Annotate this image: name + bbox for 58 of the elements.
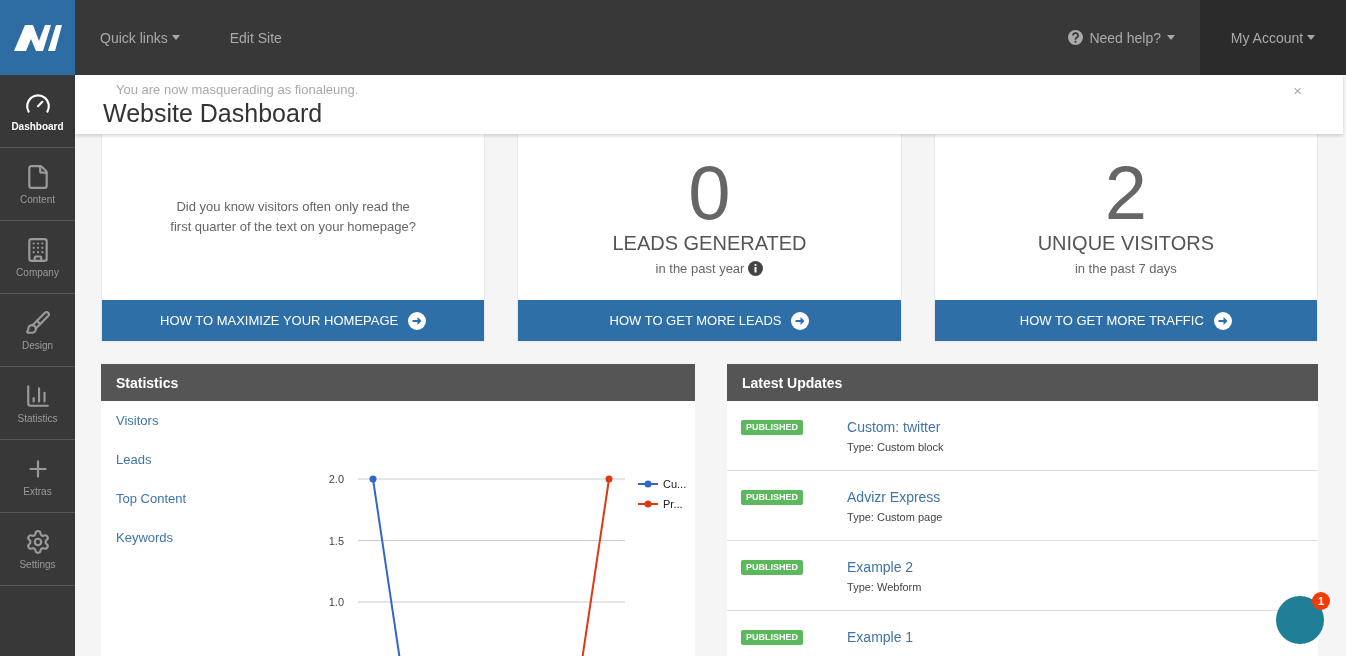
update-type: Type: Custom block <box>847 441 944 453</box>
axis-tick-label: 2.0 <box>328 473 344 485</box>
card-action-button[interactable]: HOW TO MAXIMIZE YOUR HOMEPAGE <box>102 300 485 341</box>
metric-title: LEADS GENERATED <box>612 232 807 255</box>
sidebar-item[interactable]: Content <box>0 148 75 221</box>
legend-label: Cu... <box>662 478 686 490</box>
status-badge: PUBLISHED <box>741 630 803 645</box>
metric-subtitle: in the past year <box>655 261 745 276</box>
nav-link[interactable]: Quick links <box>75 29 205 46</box>
nav-link[interactable]: Edit Site <box>204 29 307 46</box>
settings-icon <box>24 528 51 555</box>
sidebar-item[interactable]: Extras <box>0 440 75 513</box>
tip-text: Did you know visitors often only read the first quarter of the text on your homepage? <box>169 198 417 236</box>
status-badge: PUBLISHED <box>741 420 803 435</box>
sidebar-item[interactable]: Design <box>0 294 75 367</box>
metric-title: UNIQUE VISITORS <box>1037 232 1214 255</box>
arrow-circle-icon <box>1213 311 1232 330</box>
axis-tick-label: 1.5 <box>328 534 344 547</box>
panel-header: Latest Updates <box>727 364 1318 401</box>
arrow-circle-icon <box>791 311 810 330</box>
metric-value: 0 <box>688 154 731 232</box>
status-badge: PUBLISHED <box>741 560 803 575</box>
caret-icon <box>1307 35 1316 40</box>
update-type: Type: Custom page <box>847 511 943 523</box>
panel-header: Statistics <box>101 364 695 401</box>
card-action-button[interactable]: HOW TO GET MORE LEADS <box>518 300 901 341</box>
update-title-link[interactable]: Example 1 <box>847 629 914 645</box>
sidebar-item[interactable]: Statistics <box>0 367 75 440</box>
update-title-link[interactable]: Custom: twitter <box>847 419 944 435</box>
info-icon <box>748 261 764 276</box>
statistics-link[interactable]: Top Content <box>116 491 281 506</box>
logo[interactable] <box>0 0 75 75</box>
statistics-link[interactable]: Keywords <box>116 530 281 545</box>
metric-value: 2 <box>1104 154 1147 232</box>
sidebar-item[interactable]: Settings <box>0 513 75 586</box>
help-icon <box>1068 30 1084 45</box>
update-type: Type: Webform <box>847 581 922 593</box>
page-title: Website Dashboard <box>103 99 324 128</box>
logo-icon <box>13 24 62 51</box>
legend-label: Pr... <box>662 498 683 510</box>
axis-tick-label: 1.0 <box>328 596 344 608</box>
status-badge: PUBLISHED <box>741 490 803 505</box>
brush-icon <box>24 309 51 336</box>
masquerade-notice: You are now masquerading as fionaleung. <box>116 82 359 99</box>
caret-icon <box>1167 35 1175 40</box>
arrow-circle-icon <box>408 311 427 330</box>
statistics-link[interactable]: Leads <box>116 452 281 467</box>
bar-chart-icon <box>24 382 51 409</box>
help-link[interactable]: Need help? <box>1043 29 1200 46</box>
account-menu[interactable]: My Account <box>1200 0 1346 75</box>
sidebar-item[interactable]: Company <box>0 221 75 294</box>
caret-icon <box>171 35 180 40</box>
update-title-link[interactable]: Advizr Express <box>847 489 943 505</box>
metric-subtitle: in the past 7 days <box>1074 261 1177 276</box>
update-title-link[interactable]: Example 2 <box>847 559 922 575</box>
notification-badge: 1 <box>1312 592 1330 610</box>
card-action-button[interactable]: HOW TO GET MORE TRAFFIC <box>934 300 1317 341</box>
statistics-link[interactable]: Visitors <box>116 413 281 428</box>
